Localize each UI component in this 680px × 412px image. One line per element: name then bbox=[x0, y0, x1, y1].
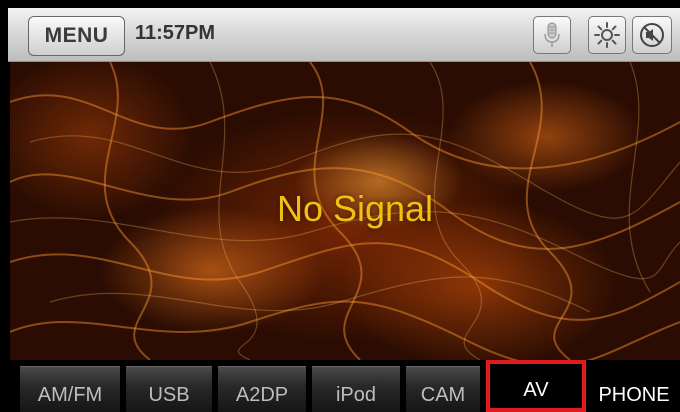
video-display: No Signal bbox=[10, 62, 680, 360]
source-button-amfm[interactable]: AM/FM bbox=[20, 366, 120, 412]
source-button-cam[interactable]: CAM bbox=[406, 366, 480, 412]
source-bar: AM/FM USB A2DP iPod CAM AV PHONE bbox=[10, 360, 680, 412]
mute-button[interactable] bbox=[632, 16, 672, 54]
brightness-icon bbox=[594, 22, 620, 48]
menu-button[interactable]: MENU bbox=[28, 16, 125, 56]
source-button-phone[interactable]: PHONE bbox=[588, 366, 680, 412]
microphone-icon bbox=[544, 22, 560, 47]
top-bar: MENU 11:57PM bbox=[8, 8, 680, 62]
source-button-av[interactable]: AV bbox=[486, 360, 586, 412]
no-signal-text: No Signal bbox=[276, 188, 434, 229]
source-button-usb[interactable]: USB bbox=[126, 366, 212, 412]
clock-display: 11:57PM bbox=[135, 22, 216, 44]
source-button-ipod[interactable]: iPod bbox=[312, 366, 400, 412]
brightness-button[interactable] bbox=[588, 16, 626, 54]
mute-icon bbox=[640, 23, 664, 47]
head-unit-screen: MENU 11:57PM No Signal AM/FM USB A2DP iP… bbox=[0, 0, 680, 412]
microphone-button[interactable] bbox=[533, 16, 571, 54]
source-button-a2dp[interactable]: A2DP bbox=[218, 366, 306, 412]
